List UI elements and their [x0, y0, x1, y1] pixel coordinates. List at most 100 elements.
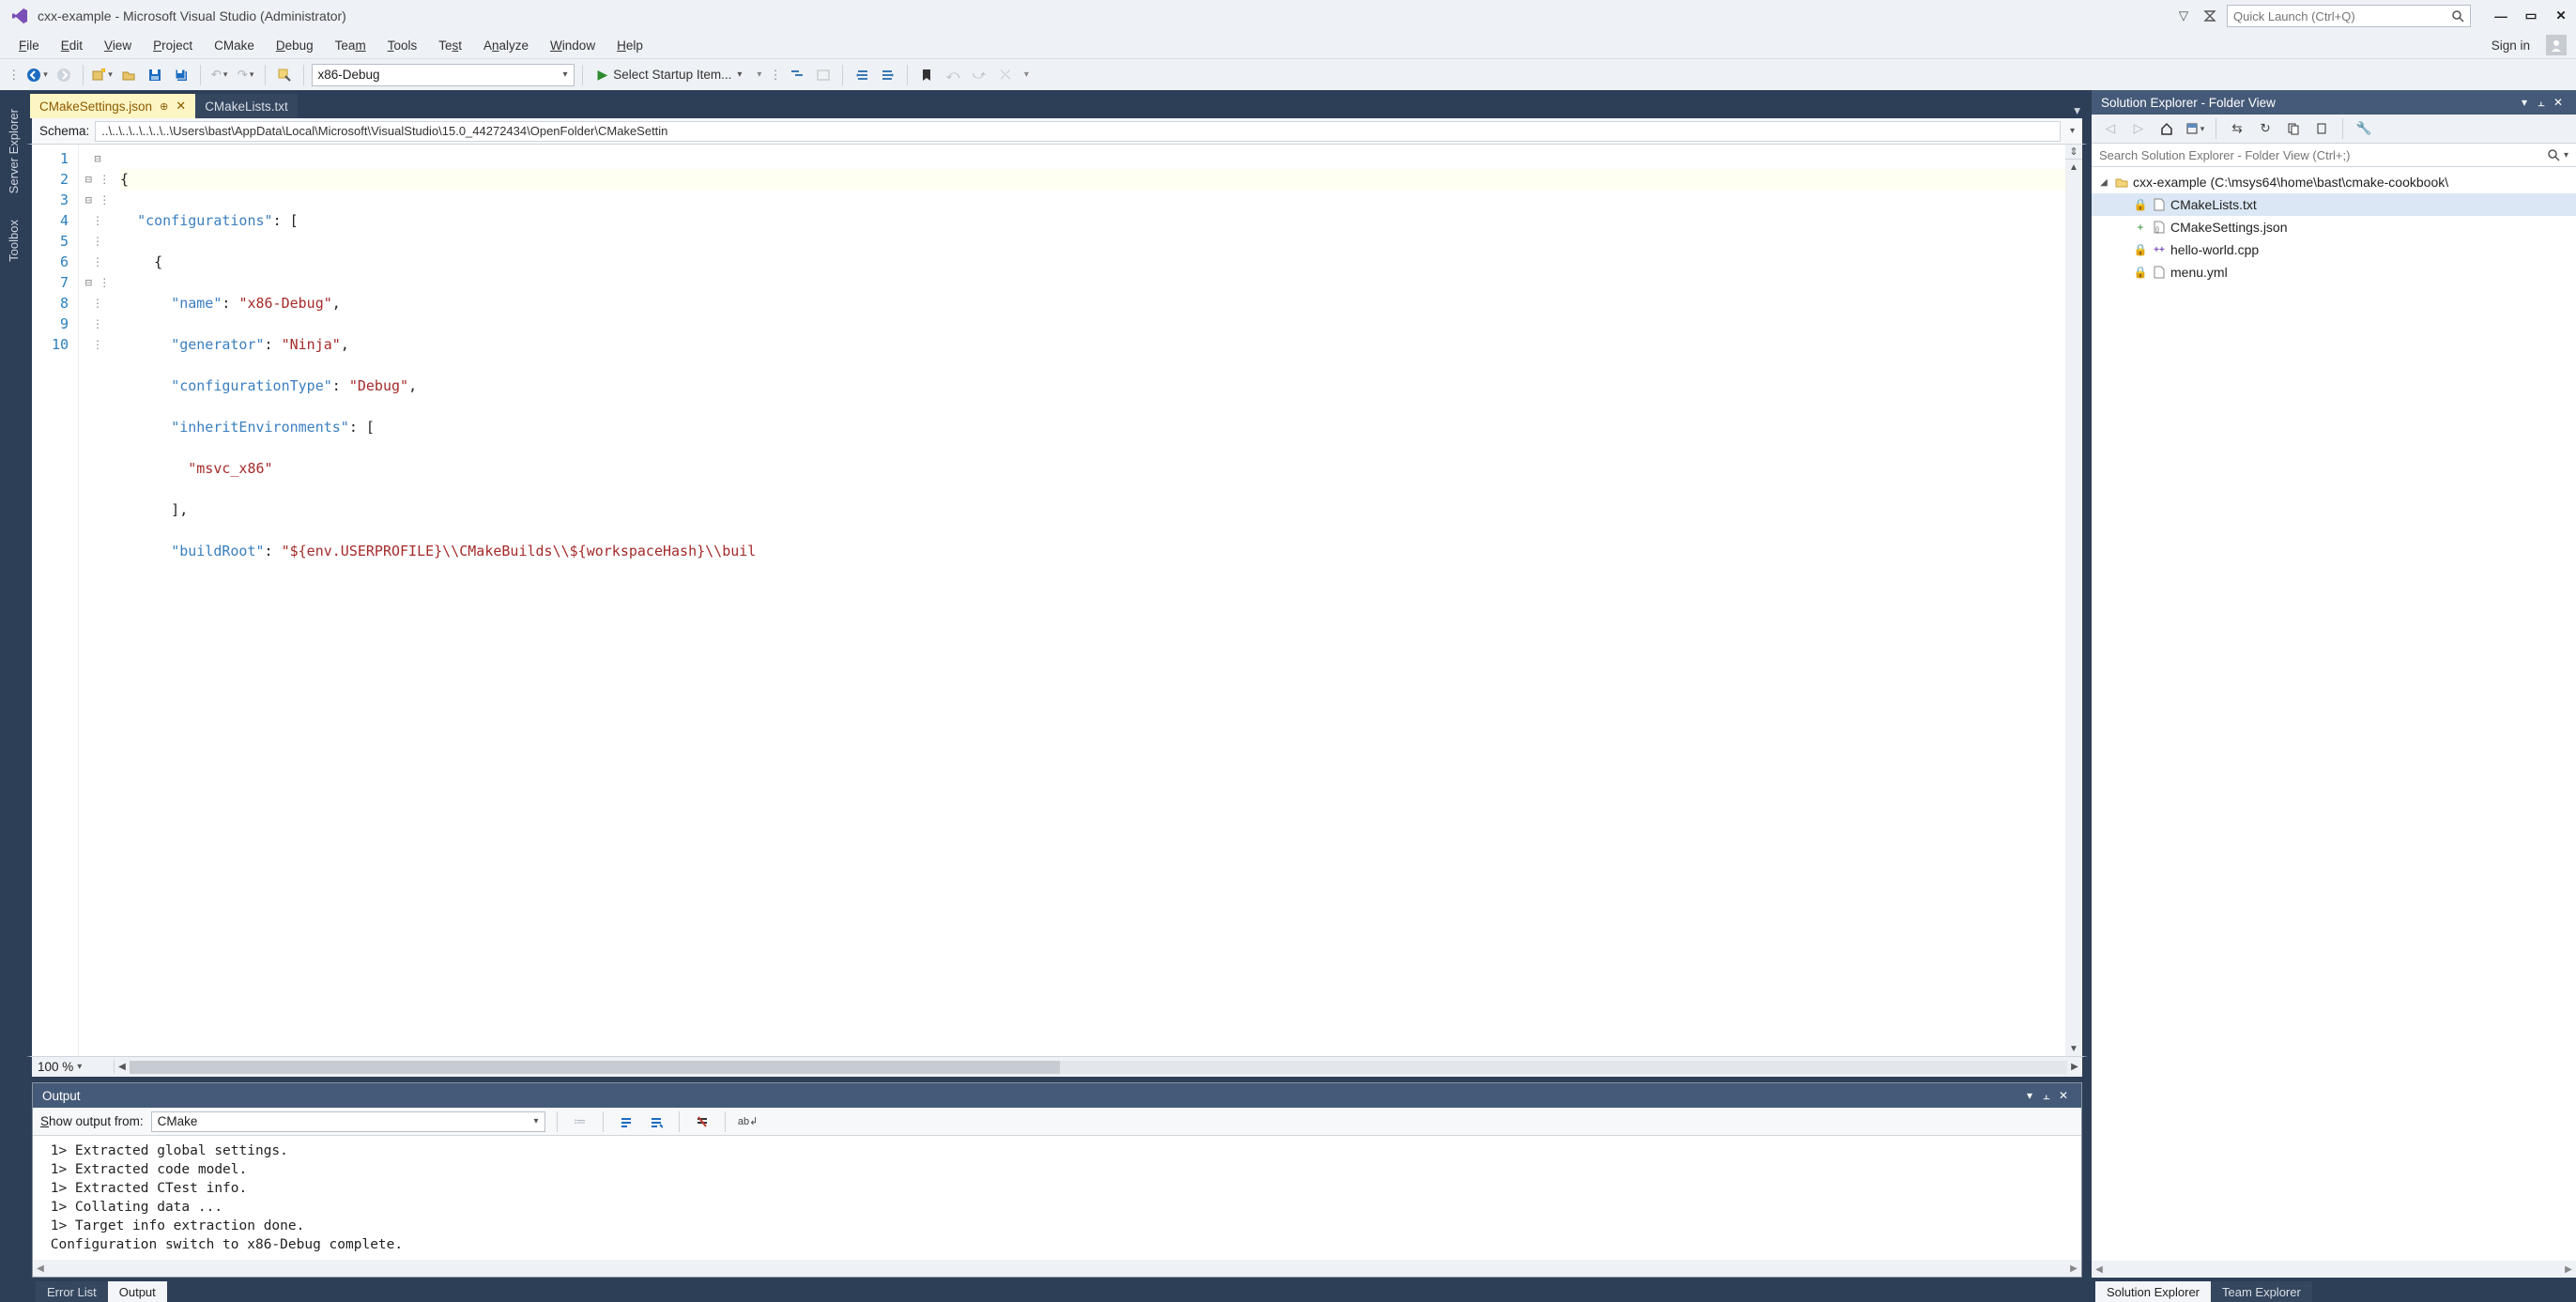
nav-forward-button[interactable] — [53, 64, 75, 86]
output-hscrollbar[interactable]: ◀▶ — [33, 1260, 2081, 1277]
editor-tab-active[interactable]: CMakeSettings.json ⊕ ✕ — [30, 94, 195, 118]
bookmark-button[interactable] — [915, 64, 938, 86]
properties-button[interactable]: 🔧 — [2353, 117, 2375, 140]
code-editor[interactable]: 12345678910 ⊟⊟ ⋮⊟ ⋮⋮⋮⋮⊟ ⋮⋮⋮⋮ { "configur… — [26, 145, 2088, 1056]
code-content[interactable]: { "configurations": [ { "name": "x86-Deb… — [116, 145, 2065, 1056]
menu-project[interactable]: Project — [144, 36, 202, 55]
zoom-select[interactable]: 100 % ▾ — [32, 1060, 115, 1074]
quick-launch-input[interactable] — [2227, 5, 2471, 27]
chevron-down-icon[interactable]: ▾ — [2070, 126, 2075, 136]
tab-solution-explorer[interactable]: Solution Explorer — [2095, 1281, 2211, 1302]
menu-tools[interactable]: Tools — [378, 36, 427, 55]
redo-button[interactable]: ↷ — [235, 64, 257, 86]
outdent-button[interactable] — [851, 64, 873, 86]
find-button[interactable] — [273, 64, 296, 86]
clear-bookmarks-button[interactable]: ⤬ — [994, 64, 1017, 86]
solution-tree[interactable]: ◢ cxx-example (C:\msys64\home\bast\cmake… — [2092, 167, 2576, 1261]
tree-file-hello[interactable]: 🔒 ++ hello-world.cpp — [2092, 238, 2576, 261]
chevron-down-icon[interactable]: ▾ — [2564, 150, 2568, 161]
open-button[interactable] — [117, 64, 140, 86]
goto-prev-button[interactable]: ≔ — [569, 1111, 591, 1133]
quick-launch-field[interactable] — [2233, 9, 2451, 23]
minimize-button[interactable]: — — [2492, 7, 2510, 25]
back-button[interactable]: ◁ — [2099, 117, 2122, 140]
menu-team[interactable]: Team — [326, 36, 376, 55]
switch-views-button[interactable] — [2184, 117, 2206, 140]
panel-menu-icon[interactable]: ▾ — [2516, 96, 2533, 109]
next-message-button[interactable] — [645, 1111, 667, 1133]
solution-explorer-search[interactable]: ▾ — [2092, 143, 2576, 167]
menu-cmake[interactable]: CMake — [205, 36, 264, 55]
output-source-select[interactable]: CMake ▾ — [151, 1111, 545, 1132]
step-into-button[interactable] — [786, 64, 808, 86]
close-icon[interactable]: ✕ — [176, 99, 186, 114]
toolbar-overflow-icon[interactable]: ▾ — [757, 69, 761, 80]
side-tab-toolbox[interactable]: Toolbox — [5, 207, 23, 275]
tab-output[interactable]: Output — [108, 1281, 167, 1302]
menu-view[interactable]: View — [95, 36, 141, 55]
save-button[interactable] — [144, 64, 166, 86]
find-message-button[interactable] — [615, 1111, 637, 1133]
maximize-button[interactable]: ▭ — [2522, 7, 2540, 25]
expander-icon[interactable]: ◢ — [2097, 177, 2110, 188]
scroll-left-icon[interactable]: ◀ — [115, 1062, 130, 1072]
output-body[interactable]: 1> Extracted global settings. 1> Extract… — [33, 1136, 2081, 1260]
clear-output-button[interactable] — [691, 1111, 713, 1133]
menu-test[interactable]: Test — [429, 36, 471, 55]
editor-tab-inactive[interactable]: CMakeLists.txt — [195, 94, 298, 118]
sync-button[interactable]: ⇆ — [2226, 117, 2248, 140]
show-all-files-button[interactable] — [2310, 117, 2333, 140]
panel-menu-icon[interactable]: ▾ — [2021, 1089, 2038, 1102]
prev-bookmark-button[interactable]: ⤺ — [942, 64, 964, 86]
schema-path-field[interactable]: ..\..\..\..\..\..\..\Users\bast\AppData\… — [95, 121, 2061, 142]
nav-back-button[interactable] — [26, 64, 49, 86]
pin-icon[interactable]: ⫠ — [2533, 96, 2550, 110]
forward-button[interactable]: ▷ — [2127, 117, 2150, 140]
menu-edit[interactable]: Edit — [52, 36, 92, 55]
menu-file[interactable]: File — [9, 36, 49, 55]
menu-debug[interactable]: Debug — [267, 36, 323, 55]
editor-hscrollbar[interactable]: ◀ ▶ — [115, 1061, 2082, 1074]
close-button[interactable]: ✕ — [2552, 7, 2570, 25]
menu-help[interactable]: Help — [607, 36, 652, 55]
undo-button[interactable]: ↶ — [208, 64, 231, 86]
word-wrap-button[interactable]: ab↲ — [737, 1111, 759, 1133]
next-bookmark-button[interactable]: ⤻ — [968, 64, 990, 86]
solution-explorer-title[interactable]: Solution Explorer - Folder View ▾ ⫠ ✕ — [2092, 90, 2576, 115]
solution-hscrollbar[interactable]: ◀ ▶ — [2092, 1261, 2576, 1278]
user-icon[interactable] — [2546, 35, 2567, 55]
tab-error-list[interactable]: Error List — [36, 1281, 108, 1302]
close-icon[interactable]: ✕ — [2550, 96, 2567, 109]
refresh-button[interactable]: ↻ — [2254, 117, 2277, 140]
filter-icon[interactable]: ▽ — [2174, 7, 2193, 25]
step-over-button[interactable] — [812, 64, 835, 86]
close-icon[interactable]: ✕ — [2055, 1089, 2072, 1102]
tree-root[interactable]: ◢ cxx-example (C:\msys64\home\bast\cmake… — [2092, 171, 2576, 193]
editor-tabs-menu[interactable]: ▾ — [2066, 103, 2088, 118]
tree-file-cmakelists[interactable]: 🔒 CMakeLists.txt — [2092, 193, 2576, 216]
scroll-down-icon[interactable]: ▼ — [2065, 1041, 2082, 1056]
collapse-all-button[interactable] — [2282, 117, 2305, 140]
save-all-button[interactable] — [170, 64, 192, 86]
solution-search-input[interactable] — [2099, 148, 2547, 162]
configuration-select[interactable]: x86-Debug ▾ — [312, 64, 575, 86]
tree-file-cmakesettings[interactable]: + {} CMakeSettings.json — [2092, 216, 2576, 238]
toolbar-overflow-icon[interactable]: ▾ — [1024, 69, 1029, 80]
scroll-right-icon[interactable]: ▶ — [2067, 1062, 2082, 1072]
editor-vscrollbar[interactable]: ⇕ ▲ ▼ — [2065, 145, 2082, 1056]
pin-icon[interactable]: ⊕ — [160, 100, 168, 113]
scroll-up-icon[interactable]: ▲ — [2065, 160, 2082, 175]
menu-window[interactable]: Window — [541, 36, 605, 55]
pin-icon[interactable]: ⫠ — [2038, 1089, 2055, 1103]
menu-analyze[interactable]: Analyze — [474, 36, 538, 55]
side-tab-server-explorer[interactable]: Server Explorer — [5, 96, 23, 207]
tree-file-menu[interactable]: 🔒 menu.yml — [2092, 261, 2576, 283]
split-icon[interactable]: ⇕ — [2065, 145, 2082, 160]
indent-button[interactable] — [877, 64, 899, 86]
new-project-button[interactable] — [91, 64, 114, 86]
start-debug-button[interactable]: ▶ Select Startup Item... ▾ — [590, 64, 750, 86]
tab-team-explorer[interactable]: Team Explorer — [2211, 1281, 2312, 1302]
notifications-icon[interactable] — [2200, 7, 2219, 25]
sign-in-link[interactable]: Sign in — [2484, 38, 2538, 53]
home-button[interactable] — [2155, 117, 2178, 140]
